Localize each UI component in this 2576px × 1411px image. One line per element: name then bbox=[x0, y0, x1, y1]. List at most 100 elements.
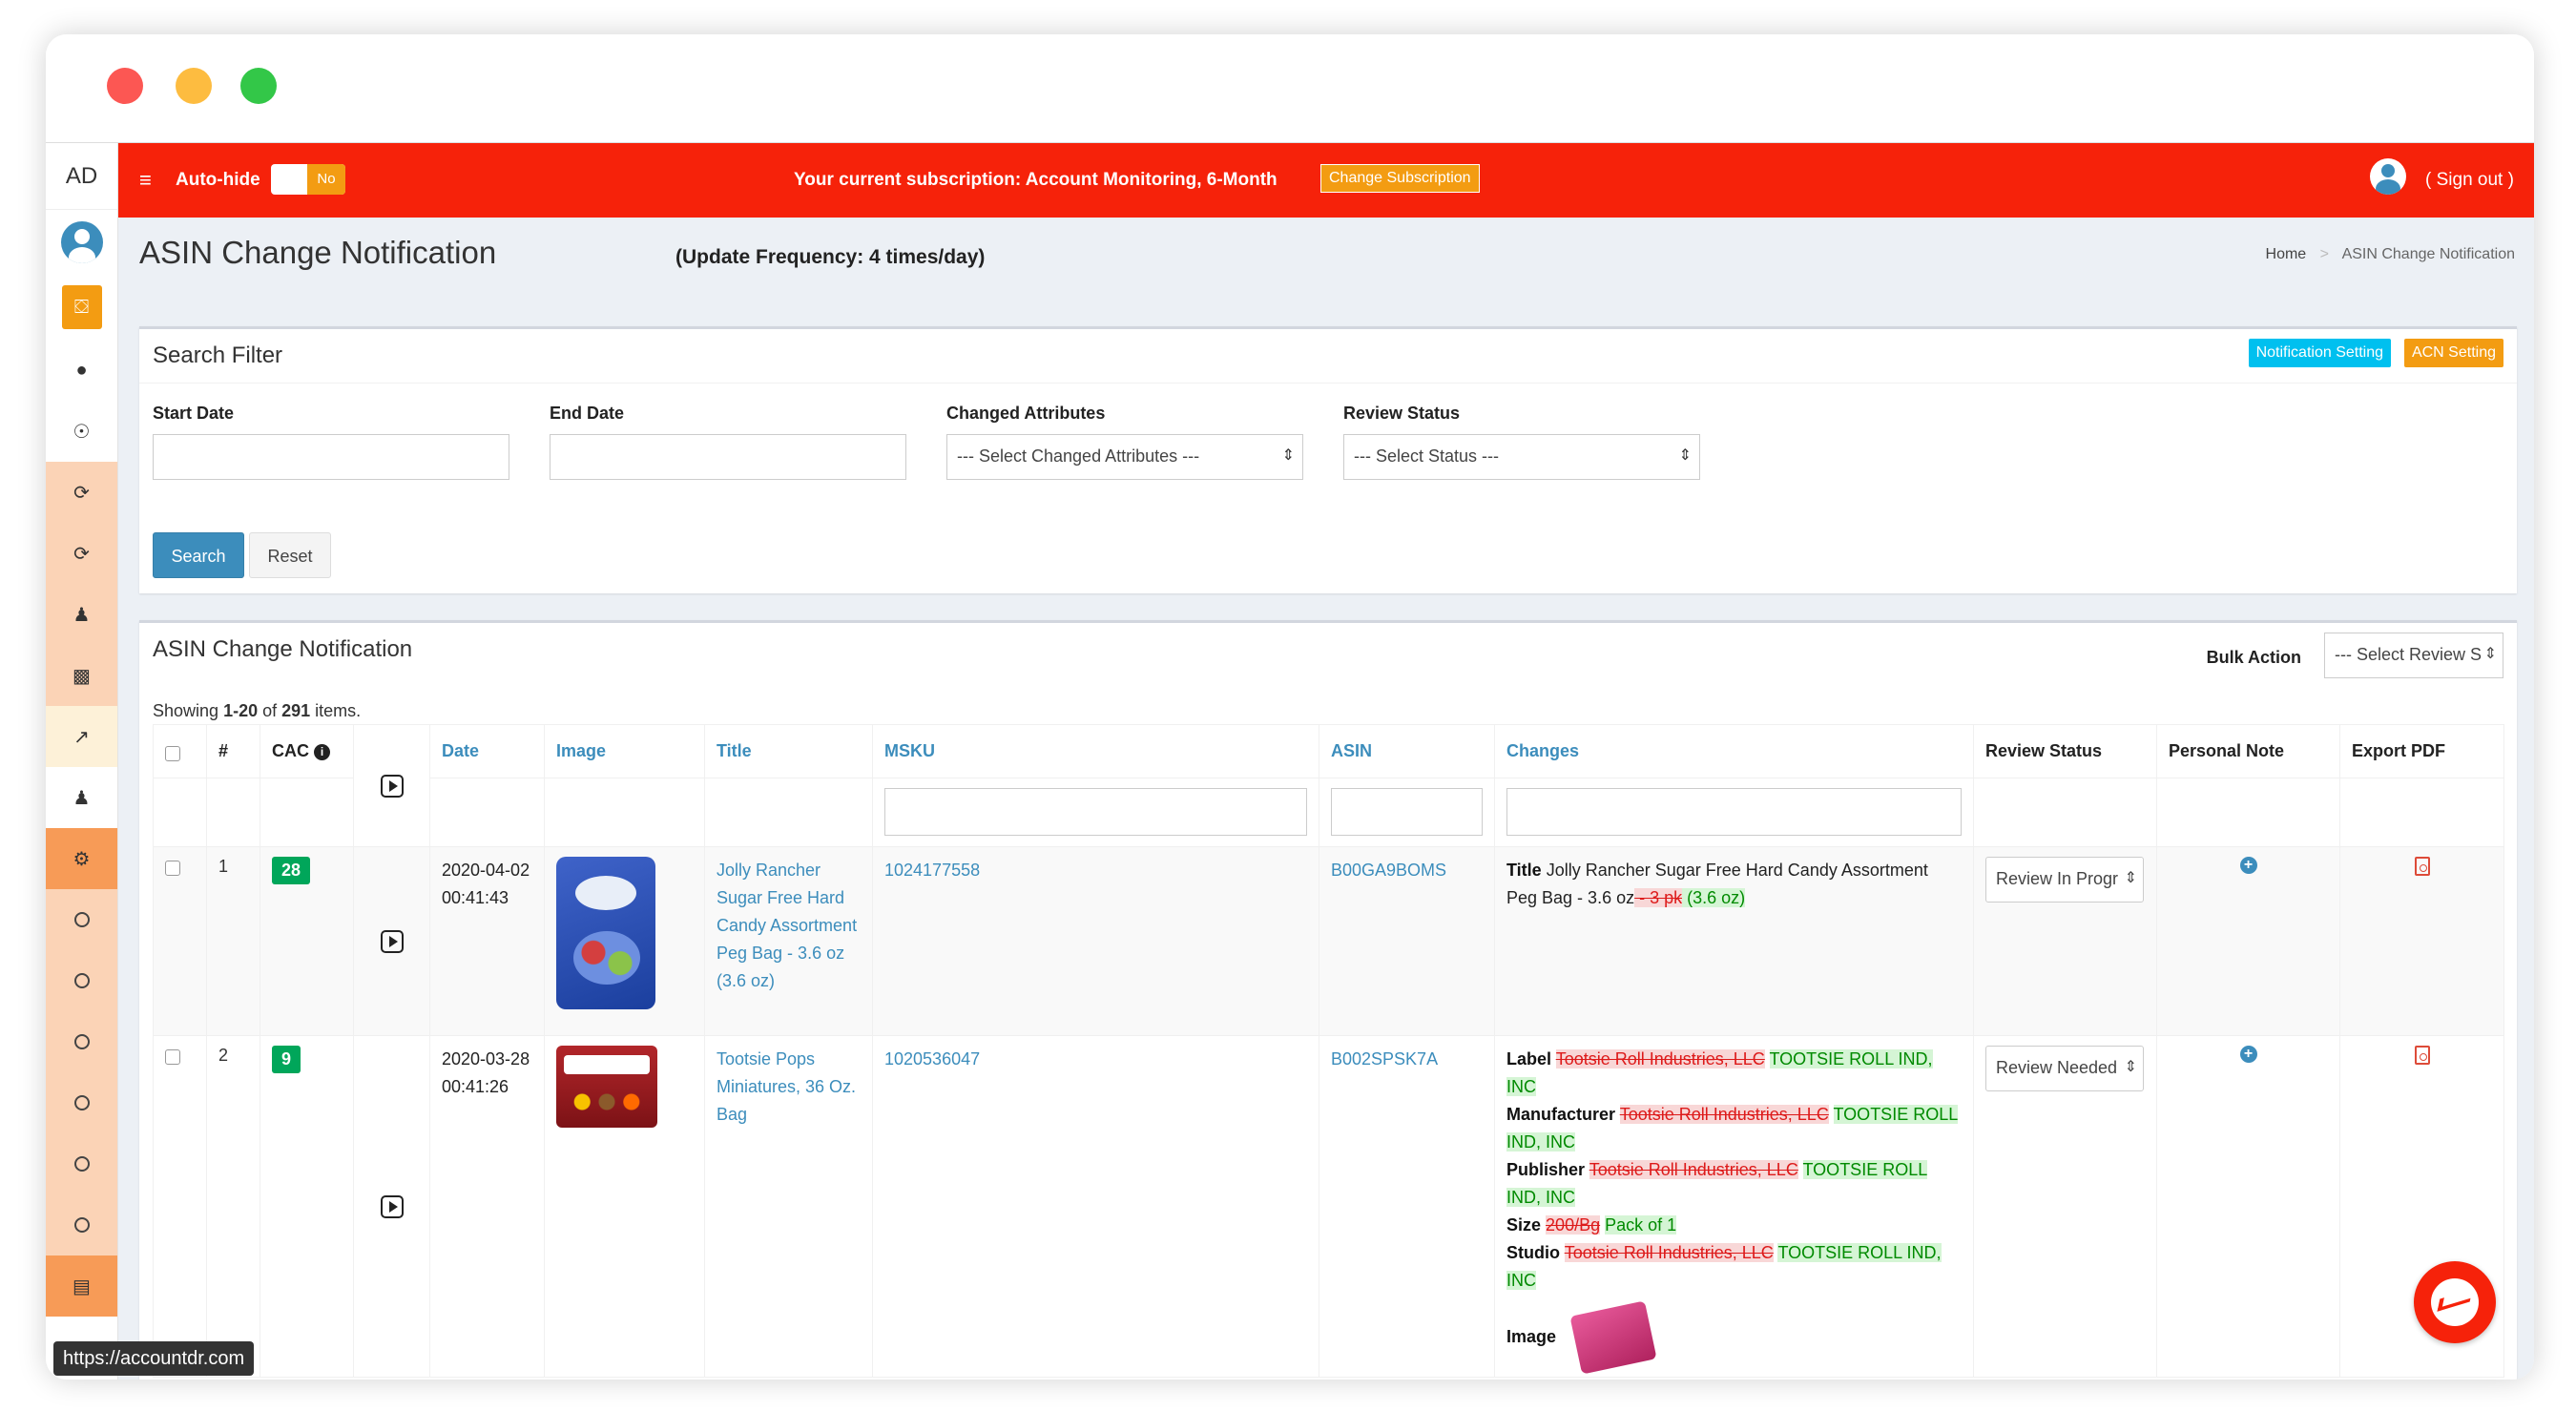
msku-link[interactable]: 1020536047 bbox=[884, 1046, 1307, 1073]
app-logo[interactable]: AD bbox=[46, 143, 117, 210]
row-play-cell bbox=[353, 1035, 430, 1378]
col-asin[interactable]: ASIN bbox=[1319, 724, 1495, 778]
sidebar-item-sub-5[interactable] bbox=[46, 1133, 117, 1194]
change-field-label: Publisher bbox=[1506, 1160, 1586, 1179]
sidebar-item-account[interactable]: ☉ bbox=[46, 401, 117, 462]
autohide-toggle[interactable]: No bbox=[271, 164, 345, 195]
sidebar-item-lock[interactable]: ⛋ bbox=[46, 275, 117, 340]
close-window-button[interactable] bbox=[107, 68, 143, 104]
sidebar-item-sub-4[interactable] bbox=[46, 1072, 117, 1133]
changed-product-image[interactable] bbox=[1569, 1300, 1657, 1375]
row-checkbox[interactable] bbox=[165, 861, 180, 876]
maximize-window-button[interactable] bbox=[240, 68, 277, 104]
col-image[interactable]: Image bbox=[544, 724, 705, 778]
row-play-cell bbox=[353, 846, 430, 1036]
sidebar-item-profile[interactable] bbox=[46, 210, 117, 275]
changed-attributes-select[interactable]: --- Select Changed Attributes --- ⇕ bbox=[946, 434, 1303, 480]
sign-out-link[interactable]: ( Sign out ) bbox=[2425, 170, 2514, 191]
sidebar-item-dashboard[interactable]: ● bbox=[46, 340, 117, 401]
select-arrow-icon: ⇕ bbox=[2124, 868, 2137, 887]
reset-button[interactable]: Reset bbox=[249, 532, 331, 578]
bulk-action-value: --- Select Review S bbox=[2335, 645, 2483, 664]
asin-filter-input[interactable] bbox=[1331, 788, 1483, 836]
end-date-label: End Date bbox=[550, 404, 625, 423]
pdf-icon[interactable] bbox=[2414, 1046, 2430, 1065]
review-status-value: Review Needed bbox=[1996, 1058, 2118, 1077]
play-icon[interactable] bbox=[380, 774, 404, 798]
col-num: # bbox=[206, 724, 260, 778]
filter-cell bbox=[2156, 778, 2340, 847]
asin-link[interactable]: B00GA9BOMS bbox=[1331, 857, 1483, 884]
end-date-input[interactable] bbox=[550, 434, 906, 480]
bulk-action-select[interactable]: --- Select Review S ⇕ bbox=[2324, 633, 2503, 678]
asin-link[interactable]: B002SPSK7A bbox=[1331, 1046, 1483, 1073]
col-msku[interactable]: MSKU bbox=[872, 724, 1319, 778]
review-status-value: --- Select Status --- bbox=[1354, 446, 1500, 466]
add-note-icon[interactable]: + bbox=[2239, 1046, 2257, 1063]
messenger-chat-button[interactable] bbox=[2414, 1261, 2496, 1343]
row-checkbox[interactable] bbox=[165, 1049, 180, 1065]
showing-prefix: Showing bbox=[153, 701, 224, 720]
play-icon[interactable] bbox=[380, 1194, 404, 1218]
product-image[interactable] bbox=[556, 1046, 657, 1128]
change-publisher: Publisher Tootsie Roll Industries, LLC T… bbox=[1506, 1156, 1962, 1212]
cac-badge: 9 bbox=[272, 1046, 301, 1073]
sidebar-item-settings[interactable]: ⚙ bbox=[46, 828, 117, 889]
msku-filter-input[interactable] bbox=[884, 788, 1307, 836]
user-account-icon[interactable] bbox=[2370, 158, 2406, 195]
filter-cell bbox=[1494, 778, 1974, 847]
sidebar-item-sub-1[interactable] bbox=[46, 889, 117, 950]
acn-setting-button[interactable]: ACN Setting bbox=[2403, 339, 2503, 367]
review-status-dropdown[interactable]: Review In Progr ⇕ bbox=[1985, 857, 2144, 903]
sidebar-item-reports[interactable]: ▤ bbox=[46, 1255, 117, 1317]
select-all-checkbox[interactable] bbox=[165, 745, 180, 761]
minimize-window-button[interactable] bbox=[176, 68, 212, 104]
row-date-cell: 2020-03-28 00:41:26 bbox=[429, 1035, 545, 1378]
col-changes[interactable]: Changes bbox=[1494, 724, 1974, 778]
row-time: 00:41:26 bbox=[442, 1077, 509, 1096]
review-status-dropdown[interactable]: Review Needed ⇕ bbox=[1985, 1046, 2144, 1091]
play-icon[interactable] bbox=[380, 929, 404, 953]
change-removed: - 3 pk bbox=[1634, 888, 1683, 907]
start-date-input[interactable] bbox=[153, 434, 509, 480]
filter-cell bbox=[1319, 778, 1495, 847]
sidebar-item-sub-2[interactable] bbox=[46, 950, 117, 1011]
subscription-text: Your current subscription: Account Monit… bbox=[794, 170, 1278, 190]
sidebar: AD ⛋ ● ☉ ⟳ ⟳ ♟ ▩ ↗ ♟ ⚙ ▤ bbox=[46, 143, 118, 1380]
change-size: Size 200/Bg Pack of 1 bbox=[1506, 1212, 1962, 1239]
sidebar-item-analytics[interactable]: ↗ bbox=[46, 706, 117, 767]
sidebar-item-sync-1[interactable]: ⟳ bbox=[46, 462, 117, 523]
product-image[interactable] bbox=[556, 857, 655, 1009]
change-subscription-button[interactable]: Change Subscription bbox=[1320, 164, 1480, 193]
col-title[interactable]: Title bbox=[704, 724, 873, 778]
row-select-cell bbox=[153, 1035, 207, 1378]
sidebar-item-sync-2[interactable]: ⟳ bbox=[46, 523, 117, 584]
msku-link[interactable]: 1024177558 bbox=[884, 857, 1307, 884]
review-status-select[interactable]: --- Select Status --- ⇕ bbox=[1343, 434, 1700, 480]
product-title-link[interactable]: Jolly Rancher Sugar Free Hard Candy Asso… bbox=[717, 857, 861, 995]
pdf-icon[interactable] bbox=[2414, 857, 2430, 876]
info-icon[interactable]: i bbox=[314, 743, 331, 760]
row-msku-cell: 1024177558 bbox=[872, 846, 1319, 1036]
sidebar-item-users[interactable]: ♟ bbox=[46, 584, 117, 645]
change-removed: Tootsie Roll Industries, LLC bbox=[1555, 1049, 1765, 1069]
sidebar-item-user[interactable]: ♟ bbox=[46, 767, 117, 828]
browser-window: AD ⛋ ● ☉ ⟳ ⟳ ♟ ▩ ↗ ♟ ⚙ ▤ ≡ Auto-hide No … bbox=[46, 34, 2534, 1380]
sidebar-item-finance[interactable]: ▩ bbox=[46, 645, 117, 706]
notification-setting-button[interactable]: Notification Setting bbox=[2248, 339, 2391, 367]
cac-badge: 28 bbox=[272, 857, 311, 884]
search-button[interactable]: Search bbox=[153, 532, 244, 578]
showing-suffix: items. bbox=[310, 701, 362, 720]
filter-cell bbox=[153, 778, 207, 847]
changes-filter-input[interactable] bbox=[1506, 788, 1962, 836]
col-date[interactable]: Date bbox=[429, 724, 545, 778]
add-note-icon[interactable]: + bbox=[2239, 857, 2257, 874]
menu-icon[interactable]: ≡ bbox=[139, 168, 152, 193]
filter-cell bbox=[1973, 778, 2157, 847]
sidebar-item-sub-6[interactable] bbox=[46, 1194, 117, 1255]
breadcrumb-home[interactable]: Home bbox=[2266, 246, 2307, 262]
row-cac-cell: 28 bbox=[260, 846, 354, 1036]
results-box: ASIN Change Notification Bulk Action ---… bbox=[139, 620, 2517, 1380]
sidebar-item-sub-3[interactable] bbox=[46, 1011, 117, 1072]
product-title-link[interactable]: Tootsie Pops Miniatures, 36 Oz. Bag bbox=[717, 1046, 861, 1129]
